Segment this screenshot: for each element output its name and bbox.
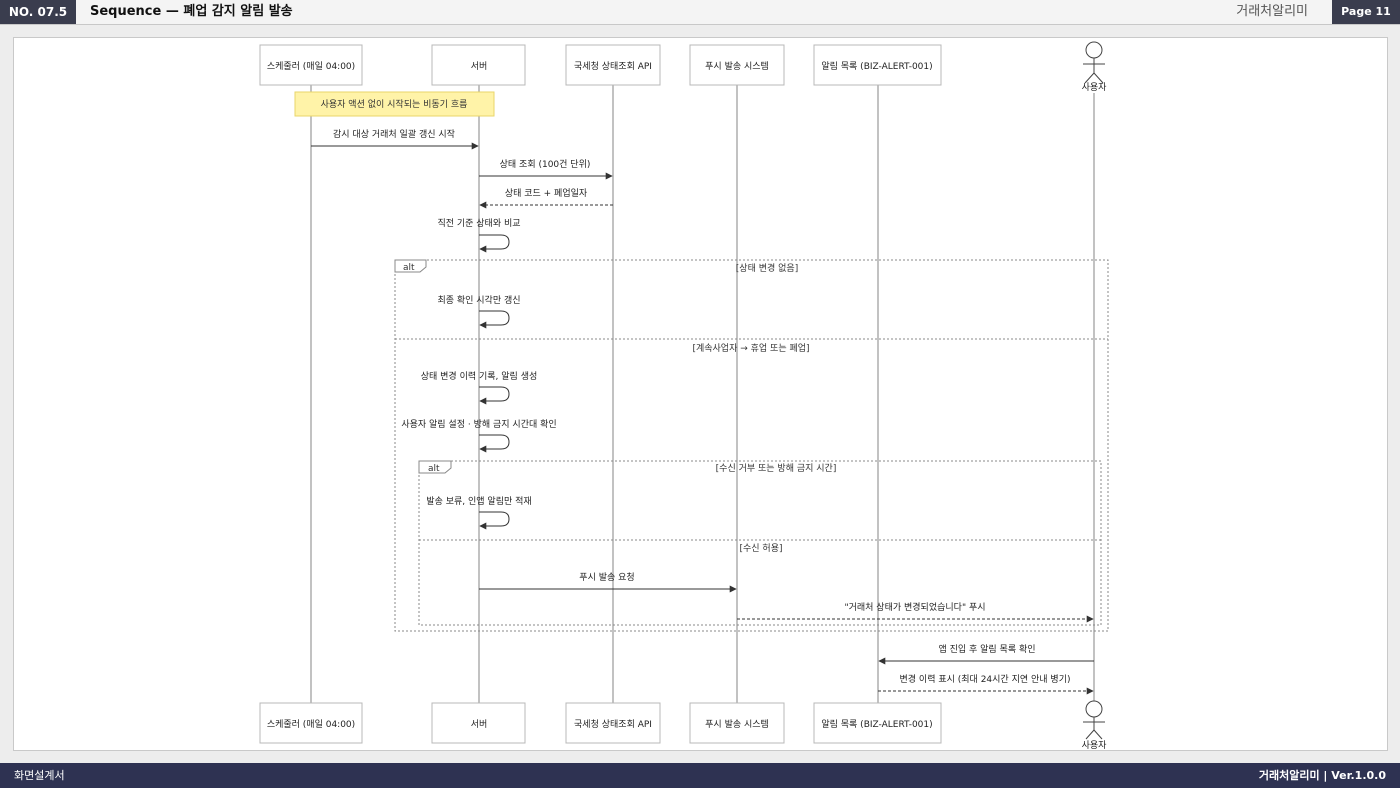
self-arrow-hold-send xyxy=(479,511,510,530)
self-arrow-compare xyxy=(479,234,510,253)
msg-label-status-query: 상태 조회 (100건 단위) xyxy=(500,159,591,170)
footer-version: 거래처알리미 | Ver.1.0.0 xyxy=(1258,769,1386,782)
guard-allowed: [수신 허용] xyxy=(739,543,782,554)
doc-number-badge: NO. 07.5 xyxy=(0,0,76,24)
msg-label-push-request: 푸시 발송 요청 xyxy=(579,572,634,583)
participants-top: 스케줄러 (매일 04:00) 서버 국세청 상태조회 API 푸시 발송 시스… xyxy=(259,44,942,86)
footer-bar: 화면설계서 거래처알리미 | Ver.1.0.0 xyxy=(0,763,1400,788)
footer-doc-type: 화면설계서 xyxy=(14,769,65,782)
participant-label-alert-list-bottom: 알림 목록 (BIZ-ALERT-001) xyxy=(821,718,932,730)
brand-name: 거래처알리미 xyxy=(1236,4,1308,19)
alt-frame-inner xyxy=(418,460,1102,626)
participant-label-server-bottom: 서버 xyxy=(471,719,488,730)
actor-label-bottom: 사용자 xyxy=(1082,740,1108,750)
alt-label-inner: alt xyxy=(428,464,440,474)
msg-label-compare: 직전 기준 상태와 비교 xyxy=(437,217,520,229)
alt-tags xyxy=(394,259,452,474)
alt-label-outer: alt xyxy=(403,263,415,273)
msg-label-record-history: 상태 변경 이력 기록, 알림 생성 xyxy=(421,370,538,382)
message-labels: 감시 대상 거래처 일괄 갱신 시작 상태 조회 (100건 단위) 상태 코드… xyxy=(333,128,1070,685)
guard-rejected-or-dnd: [수신 거부 또는 방해 금지 시간] xyxy=(716,463,837,474)
user-actor-icon-top xyxy=(1083,41,1105,84)
participant-label-scheduler-bottom: 스케줄러 (매일 04:00) xyxy=(267,719,355,730)
participant-label-alert-list: 알림 목록 (BIZ-ALERT-001) xyxy=(821,60,932,72)
participants-bottom: 스케줄러 (매일 04:00) 서버 국세청 상태조회 API 푸시 발송 시스… xyxy=(259,702,942,744)
guard-status-changed: [계속사업자 → 휴업 또는 폐업] xyxy=(692,342,809,354)
participant-label-server: 서버 xyxy=(471,61,488,72)
page-number-badge: Page 11 xyxy=(1332,0,1400,24)
participant-label-nts-api-bottom: 국세청 상태조회 API xyxy=(574,719,652,730)
participant-label-push-system-bottom: 푸시 발송 시스템 xyxy=(705,718,769,730)
participant-label-nts-api: 국세청 상태조회 API xyxy=(574,61,652,72)
participant-label-scheduler: 스케줄러 (매일 04:00) xyxy=(267,61,355,72)
page-title: Sequence — 폐업 감지 알림 발송 xyxy=(90,4,293,19)
diagram-canvas: alt alt [상태 변경 없음] [계속사업자 → 휴업 또는 폐업] [수… xyxy=(13,37,1388,751)
msg-label-push-delivery: "거래처 상태가 변경되었습니다" 푸시 xyxy=(844,601,985,613)
user-actor-icon-bottom xyxy=(1083,700,1105,740)
async-flow-note-text: 사용자 액션 없이 시작되는 비동기 흐름 xyxy=(321,98,468,110)
alt-guards: [상태 변경 없음] [계속사업자 → 휴업 또는 폐업] [수신 거부 또는 … xyxy=(692,262,836,554)
self-arrow-check-settings xyxy=(479,434,510,453)
msg-label-hold-send: 발송 보류, 인앱 알림만 적재 xyxy=(426,495,531,507)
alt-frame-outer xyxy=(394,259,1109,632)
msg-label-batch-start: 감시 대상 거래처 일괄 갱신 시작 xyxy=(333,128,455,140)
msg-label-status-response: 상태 코드 + 폐업일자 xyxy=(505,187,588,199)
msg-label-check-settings: 사용자 알림 설정 · 방해 금지 시간대 확인 xyxy=(401,418,556,430)
self-arrow-update-check-time xyxy=(479,310,510,329)
msg-label-update-check-time: 최종 확인 시각만 갱신 xyxy=(437,294,520,306)
sequence-diagram: alt alt [상태 변경 없음] [계속사업자 → 휴업 또는 폐업] [수… xyxy=(259,41,1109,750)
guard-no-change: [상태 변경 없음] xyxy=(736,262,798,274)
msg-label-open-alert-list: 앱 진입 후 알림 목록 확인 xyxy=(938,643,1035,655)
alt-frames xyxy=(394,259,1109,632)
actor-label-top: 사용자 xyxy=(1082,82,1108,93)
participant-label-push-system: 푸시 발송 시스템 xyxy=(705,60,769,72)
self-arrow-record-history xyxy=(479,386,510,405)
msg-label-show-history: 변경 이력 표시 (최대 24시간 지연 안내 병기) xyxy=(900,673,1071,685)
top-bar: NO. 07.5 Sequence — 폐업 감지 알림 발송 거래처알리미 P… xyxy=(0,0,1400,25)
